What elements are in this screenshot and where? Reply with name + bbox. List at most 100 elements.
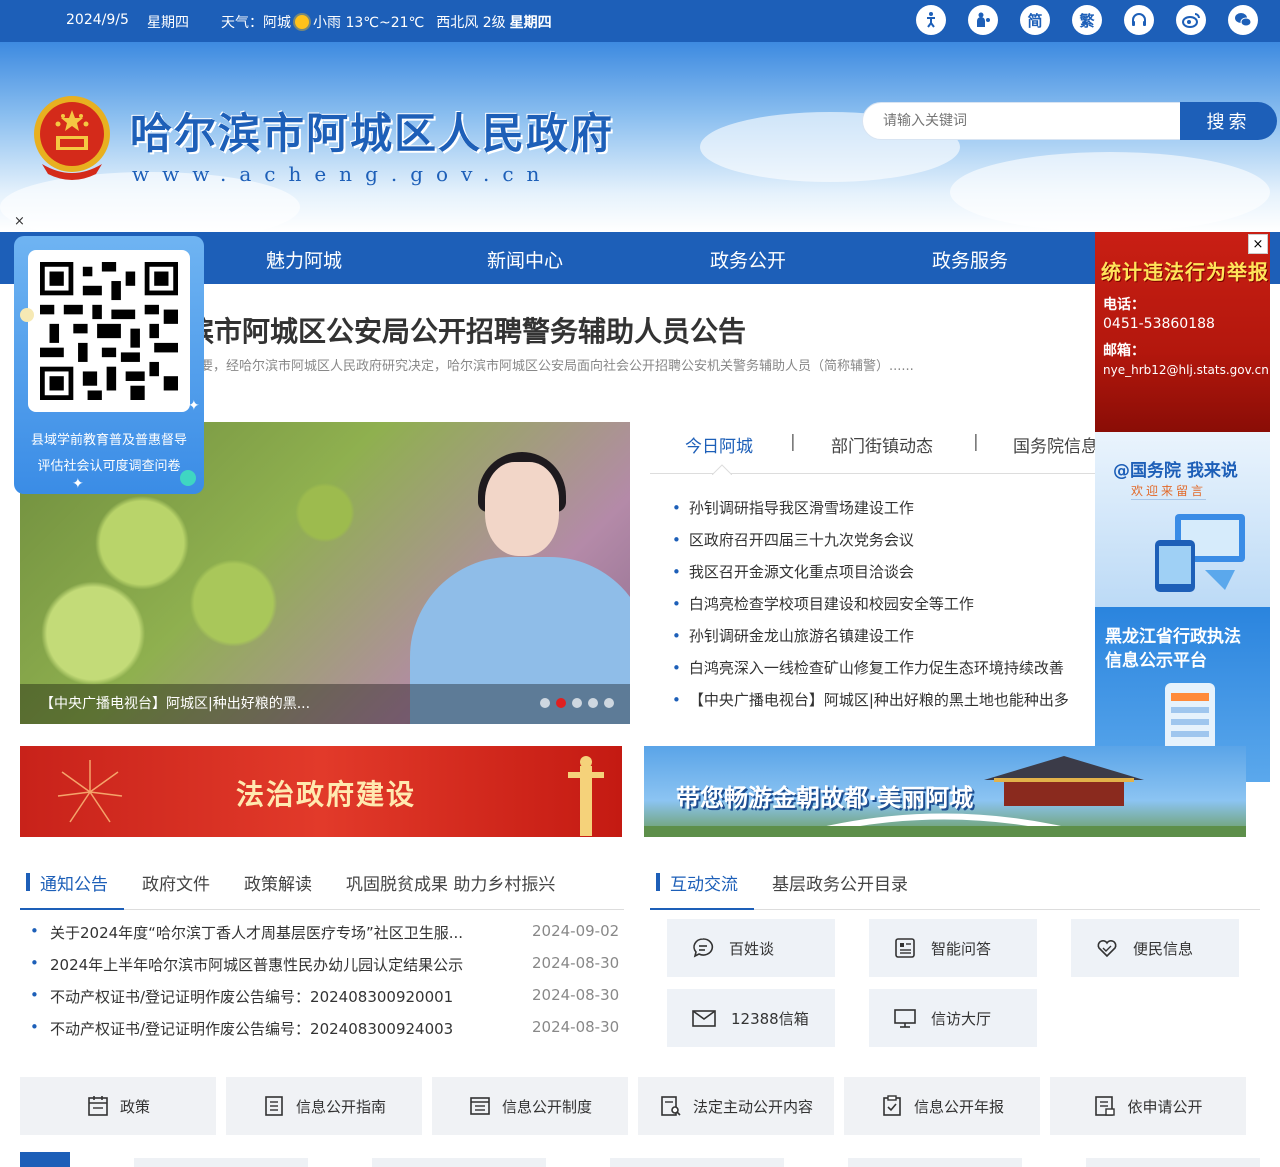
tab-state-council[interactable]: 国务院信息: [1013, 432, 1098, 457]
bottom-section-tab[interactable]: [372, 1158, 546, 1167]
accessibility-icon[interactable]: [916, 5, 946, 35]
card-policy[interactable]: 政策: [20, 1077, 216, 1135]
slider-dots: [540, 698, 614, 708]
tab-department-news[interactable]: 部门街镇动态: [831, 432, 933, 457]
bottom-section-tab[interactable]: [610, 1158, 784, 1167]
weather-city: 天气：阿城: [221, 15, 291, 31]
elder-care-icon[interactable]: [968, 5, 998, 35]
card-smart-qa[interactable]: 智能问答: [869, 919, 1037, 977]
tab-interaction[interactable]: 互动交流: [656, 870, 738, 895]
card-statutory-disclosure[interactable]: 法定主动公开内容: [638, 1077, 834, 1135]
mail-icon: [692, 1010, 716, 1027]
news-item[interactable]: 孙钊调研金龙山旅游名镇建设工作: [672, 624, 1102, 656]
rule-of-law-banner[interactable]: 法治政府建设: [20, 746, 622, 837]
news-item[interactable]: 我区召开金源文化重点项目洽谈会: [672, 560, 1102, 592]
huabiao-pillar-icon: [568, 756, 604, 836]
site-title[interactable]: 哈尔滨市阿城区人民政府: [130, 100, 614, 161]
tab-gov-files[interactable]: 政府文件: [142, 870, 210, 895]
news-item[interactable]: 白鸿亮检查学校项目建设和校园安全等工作: [672, 592, 1102, 624]
heart-hand-icon: [1097, 939, 1117, 958]
nav-item-charm[interactable]: 魅力阿城: [266, 246, 342, 273]
news-item[interactable]: 区政府召开四届三十九次党务会议: [672, 528, 1102, 560]
sparkle-icon: ✦: [72, 476, 84, 492]
card-12388-mailbox[interactable]: 12388信箱: [667, 989, 835, 1047]
traditional-chinese-icon[interactable]: 繁: [1072, 5, 1102, 35]
card-citizen-talk[interactable]: 百姓谈: [667, 919, 835, 977]
chat-bubble-icon: [693, 938, 714, 958]
notice-item[interactable]: 2024年上半年哈尔滨市阿城区普惠性民办幼儿园认定结果公示 2024-08-30: [30, 954, 620, 986]
stats-phone-label: 电话：: [1103, 297, 1145, 313]
news-item[interactable]: 【中央广播电视台】阿城区|种出好粮的黑土地也能种出多: [672, 688, 1102, 720]
tourism-banner[interactable]: 带您畅游金朝故都·美丽阿城: [644, 746, 1246, 837]
headline-title[interactable]: 滨市阿城区公安局公开招聘警务辅助人员公告: [186, 310, 746, 350]
slider-dot[interactable]: [604, 698, 614, 708]
sun-icon: [295, 15, 309, 29]
news-item[interactable]: 孙钊调研指导我区滑雪场建设工作: [672, 496, 1102, 528]
card-citizen-talk-label: 百姓谈: [729, 939, 775, 958]
card-disclosure-system[interactable]: 信息公开制度: [432, 1077, 628, 1135]
notice-title[interactable]: 不动产权证书/登记证明作废公告编号：202408300924003: [50, 1018, 510, 1039]
stats-email-label: 邮箱：: [1103, 343, 1145, 359]
slider-caption[interactable]: 【中央广播电视台】阿城区|种出好粮的黑...: [20, 684, 630, 724]
qr-code: [28, 250, 190, 412]
card-apply-disclosure[interactable]: 依申请公开: [1050, 1077, 1246, 1135]
notice-item[interactable]: 关于2024年度“哈尔滨丁香人才周基层医疗专场”社区卫生服... 2024-09-…: [30, 922, 620, 954]
tab-grassroots-catalog[interactable]: 基层政务公开目录: [772, 870, 908, 895]
notice-item[interactable]: 不动产权证书/登记证明作废公告编号：202408300920001 2024-08…: [30, 986, 620, 1018]
card-disclosure-guide[interactable]: 信息公开指南: [226, 1077, 422, 1135]
tab-policy-interpretation[interactable]: 政策解读: [244, 870, 312, 895]
qr-float-panel[interactable]: 县域学前教育普及普惠督导 评估社会认可度调查问卷 ✦ ✦: [14, 236, 204, 494]
bottom-section-tab[interactable]: [848, 1158, 1022, 1167]
slider-dot[interactable]: [588, 698, 598, 708]
right-float-close-button[interactable]: ×: [1248, 234, 1268, 254]
tab-today[interactable]: 今日阿城: [685, 432, 753, 457]
tourism-banner-text: 带您畅游金朝故都·美丽阿城: [676, 784, 974, 812]
card-annual-report[interactable]: 信息公开年报: [844, 1077, 1040, 1135]
qr-text-line1: 县域学前教育普及普惠督导: [30, 433, 187, 448]
simplified-chinese-icon[interactable]: 简: [1020, 5, 1050, 35]
message-illustration-icon: [1155, 514, 1245, 592]
wechat-icon[interactable]: [1228, 5, 1258, 35]
weibo-icon[interactable]: [1176, 5, 1206, 35]
national-emblem-icon: [34, 96, 110, 180]
card-annual-report-label: 信息公开年报: [913, 1097, 1004, 1116]
tab-arrow-icon: [712, 464, 732, 475]
nav-item-services[interactable]: 政务服务: [932, 246, 1008, 273]
slider-dot-active[interactable]: [556, 698, 566, 708]
notice-title[interactable]: 关于2024年度“哈尔滨丁香人才周基层医疗专场”社区卫生服...: [50, 922, 510, 943]
card-convenience-info[interactable]: 便民信息: [1071, 919, 1239, 977]
card-apply-disclosure-label: 依申请公开: [1127, 1097, 1203, 1116]
news-item[interactable]: 白鸿亮深入一线检查矿山修复工作力促生态环境持续改善: [672, 656, 1102, 688]
bottom-section-tab[interactable]: [1086, 1158, 1260, 1167]
tab-separator: |: [790, 432, 796, 452]
tab-notice[interactable]: 通知公告: [26, 870, 108, 895]
tab-rural-revitalization[interactable]: 巩固脱贫成果 助力乡村振兴: [346, 870, 555, 895]
notice-title[interactable]: 2024年上半年哈尔滨市阿城区普惠性民办幼儿园认定结果公示: [50, 954, 510, 975]
search-button[interactable]: 搜索: [1180, 102, 1277, 140]
search-bar: 搜索: [862, 102, 1278, 140]
weather-weekday: 星期四: [509, 15, 552, 31]
current-date: 2024/9/5: [66, 12, 129, 28]
slider-dot[interactable]: [572, 698, 582, 708]
site-url: www.acheng.gov.cn: [132, 162, 553, 186]
bottom-section-tab[interactable]: [134, 1158, 308, 1167]
nav-item-open-affairs[interactable]: 政务公开: [710, 246, 786, 273]
qr-text[interactable]: 县域学前教育普及普惠督导 评估社会认可度调查问卷: [22, 428, 196, 480]
nav-item-news[interactable]: 新闻中心: [487, 246, 563, 273]
notice-title[interactable]: 不动产权证书/登记证明作废公告编号：202408300920001: [50, 986, 510, 1007]
slider-dot[interactable]: [540, 698, 550, 708]
search-input[interactable]: [862, 102, 1182, 140]
headset-icon[interactable]: [1124, 5, 1154, 35]
calendar-list-icon: [88, 1096, 108, 1116]
law-enforcement-title-line2: 信息公示平台: [1105, 651, 1207, 671]
decor-dot-icon: [20, 308, 34, 322]
qr-close-button[interactable]: ×: [14, 214, 25, 229]
document-search-icon: [661, 1096, 681, 1116]
card-petition-hall[interactable]: 信访大厅: [869, 989, 1037, 1047]
notice-item[interactable]: 不动产权证书/登记证明作废公告编号：202408300924003 2024-08…: [30, 1018, 620, 1050]
active-tab-underline: [20, 908, 124, 910]
state-council-message-ad[interactable]: @国务院 我来说 欢迎来留言: [1095, 432, 1270, 607]
interaction-tabs: 互动交流 基层政务公开目录: [650, 870, 1260, 910]
application-form-icon: [1095, 1096, 1116, 1116]
stats-report-ad[interactable]: 统计违法行为举报 电话： 0451-53860188 邮箱： nye_hrb12…: [1095, 232, 1270, 432]
